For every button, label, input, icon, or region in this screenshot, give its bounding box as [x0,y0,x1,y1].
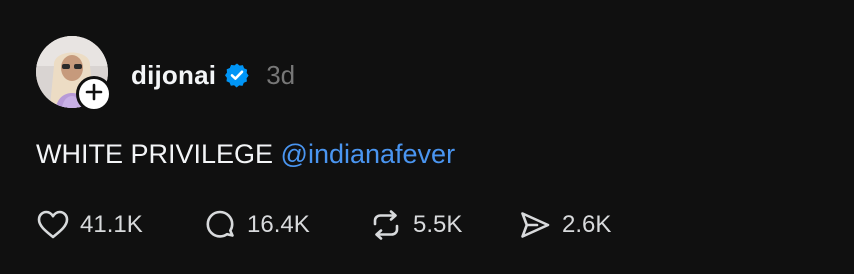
post-text: WHITE PRIVILEGE @indianafever [36,139,455,170]
verified-badge-icon [224,61,252,89]
like-button[interactable]: 41.1K [35,207,202,243]
follow-plus-button[interactable] [76,76,112,112]
repost-button[interactable]: 5.5K [368,207,517,243]
reply-button[interactable]: 16.4K [202,207,368,243]
share-icon [517,207,553,243]
repost-count: 5.5K [413,211,463,238]
repost-icon [368,207,404,243]
post-header: dijonai 3d [131,55,295,95]
share-count: 2.6K [562,211,612,238]
share-button[interactable]: 2.6K [517,207,627,243]
action-bar: 41.1K 16.4K 5.5K 2.6K [35,205,627,245]
avatar-container [36,36,112,112]
post-text-prefix: WHITE PRIVILEGE [36,139,281,169]
mention-link[interactable]: @indianafever [281,139,456,169]
post-timestamp: 3d [266,59,296,90]
reply-count: 16.4K [247,211,310,238]
plus-icon [85,83,103,106]
like-count: 41.1K [80,211,143,238]
thread-post: dijonai 3d WHITE PRIVILEGE @indianafever… [0,0,854,274]
username-link[interactable]: dijonai [131,60,216,91]
comment-icon [202,207,238,243]
heart-icon [35,207,71,243]
